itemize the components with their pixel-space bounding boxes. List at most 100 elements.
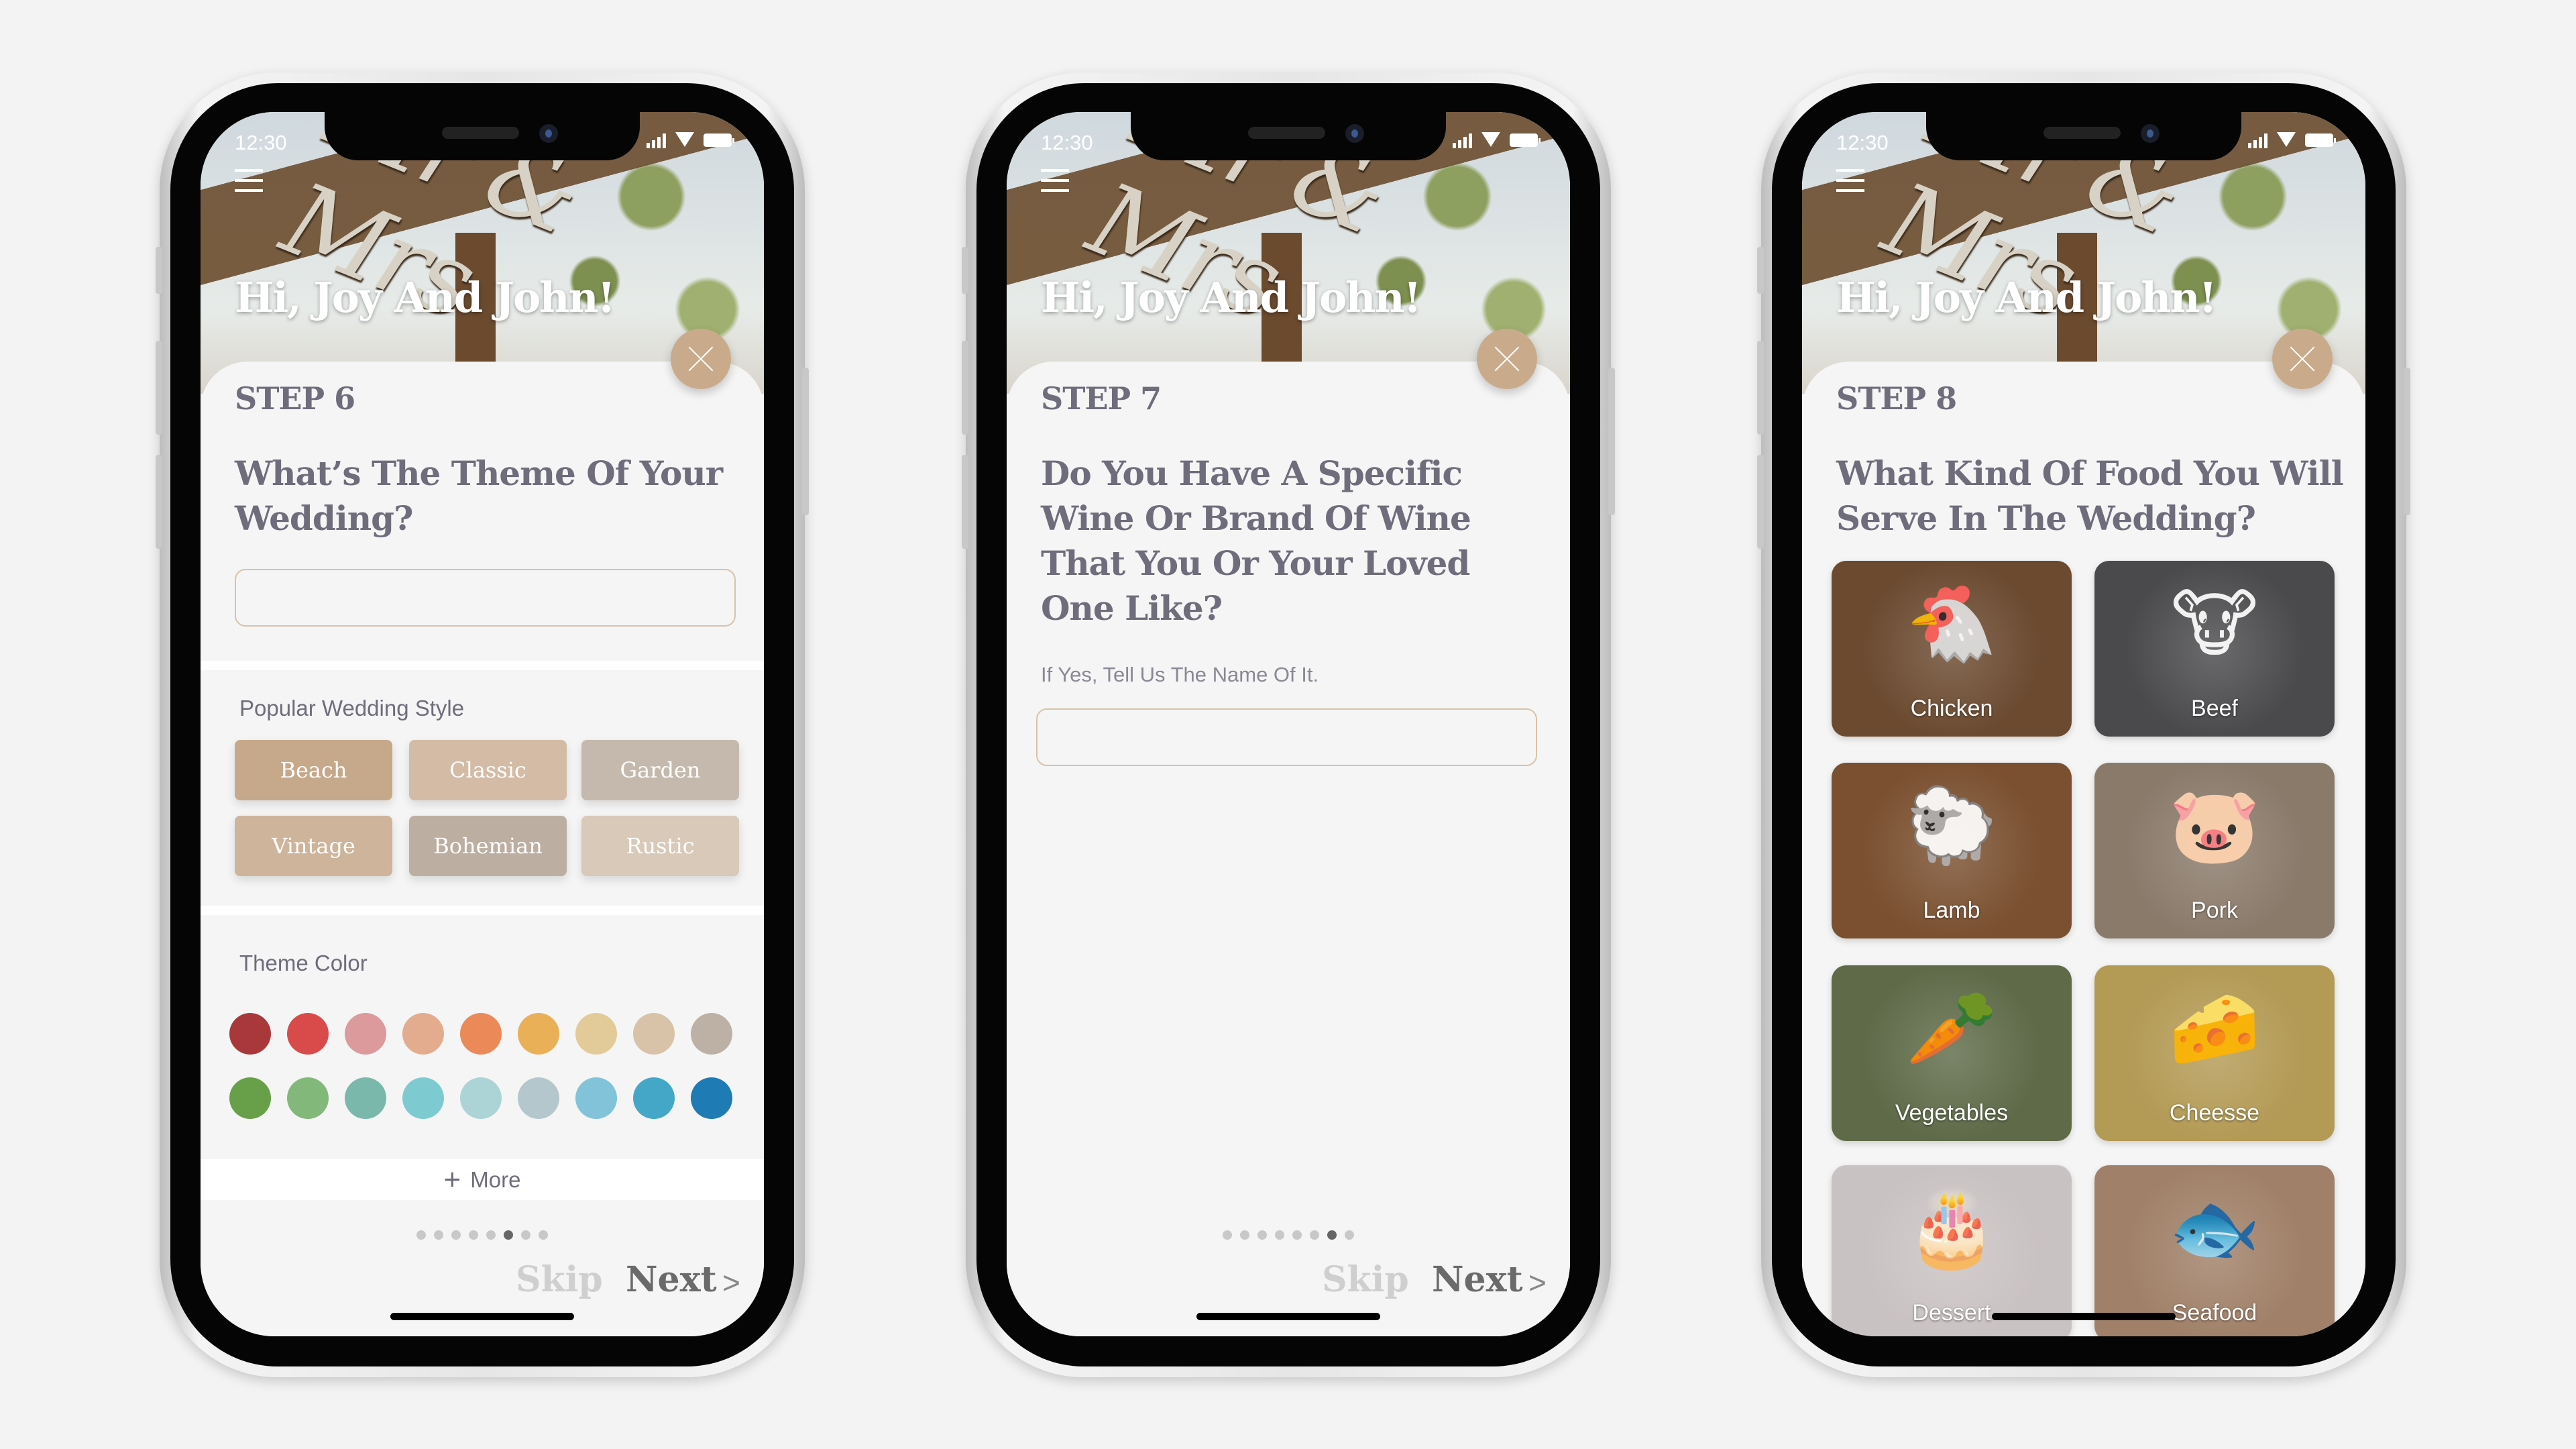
pig-icon: 🐷	[2168, 782, 2261, 869]
pagination-dot	[451, 1230, 461, 1240]
greeting-title: Hi, Joy And John!	[235, 273, 616, 322]
phone-step-8: Mr & Mrs 12:30 Hi, Joy And John! STEP 8 …	[1757, 72, 2410, 1377]
color-swatch[interactable]	[691, 1077, 732, 1119]
color-swatch[interactable]	[287, 1013, 329, 1055]
camera	[539, 124, 558, 143]
step-label: STEP 8	[1836, 380, 1957, 417]
color-swatch[interactable]	[402, 1013, 444, 1055]
food-option-cheesse[interactable]: 🧀 Cheesse	[2094, 965, 2335, 1141]
color-swatch[interactable]	[691, 1013, 732, 1055]
notch	[325, 112, 640, 160]
color-swatch[interactable]	[575, 1013, 617, 1055]
color-swatch[interactable]	[460, 1077, 502, 1119]
color-swatch[interactable]	[402, 1077, 444, 1119]
power-button	[802, 368, 809, 515]
food-option-vegetables[interactable]: 🥕 Vegetables	[1832, 965, 2072, 1141]
color-swatch[interactable]	[633, 1013, 675, 1055]
pagination-dot	[1257, 1230, 1267, 1240]
color-swatch[interactable]	[518, 1013, 559, 1055]
color-swatch[interactable]	[287, 1077, 329, 1119]
home-indicator	[390, 1313, 574, 1320]
food-option-pork[interactable]: 🐷 Pork	[2094, 763, 2335, 938]
mute-switch	[1757, 247, 1764, 294]
pagination-dot	[1292, 1230, 1302, 1240]
phone-step-6: Mr & Mrs 12:30 Hi, Joy And John! STEP 6 …	[156, 72, 809, 1377]
theme-color-label: Theme Color	[239, 951, 368, 975]
wine-name-input[interactable]	[1036, 708, 1537, 766]
color-swatch[interactable]	[229, 1013, 271, 1055]
pagination-dot-active	[504, 1230, 513, 1240]
food-option-lamb[interactable]: 🐑 Lamb	[1832, 763, 2072, 938]
wifi-icon	[2277, 132, 2296, 148]
next-button[interactable]: Next	[1432, 1259, 1523, 1300]
pagination-dot	[1223, 1230, 1232, 1240]
chevron-right-icon[interactable]: >	[722, 1265, 740, 1301]
food-option-chicken[interactable]: 🐔 Chicken	[1832, 561, 2072, 737]
carrot-icon: 🥕	[1905, 985, 1998, 1071]
menu-icon[interactable]	[1041, 169, 1069, 192]
close-button[interactable]	[1477, 329, 1537, 389]
pagination-dot	[539, 1230, 548, 1240]
status-time: 12:30	[235, 131, 287, 154]
battery-icon	[2305, 133, 2336, 147]
food-option-label: Cheesse	[2169, 1100, 2260, 1126]
sheep-icon: 🐑	[1905, 782, 1998, 869]
color-swatch[interactable]	[229, 1077, 271, 1119]
power-button	[2404, 368, 2410, 515]
pagination-dot	[1275, 1230, 1284, 1240]
volume-up-button	[962, 341, 968, 435]
greeting-title: Hi, Joy And John!	[1041, 273, 1422, 322]
food-option-beef[interactable]: 🐮 Beef	[2094, 561, 2335, 737]
theme-input[interactable]	[235, 569, 736, 627]
food-option-seafood[interactable]: 🐟 Seafood	[2094, 1165, 2335, 1336]
close-button[interactable]	[671, 329, 731, 389]
style-chip-vintage[interactable]: Vintage	[235, 816, 392, 876]
question-text: Do You Have A Specific Wine Or Brand Of …	[1041, 453, 1471, 628]
style-chip-rustic[interactable]: Rustic	[581, 816, 739, 876]
menu-icon[interactable]	[1836, 169, 1864, 192]
question-text: What Kind Of Food You Will Serve In The …	[1836, 453, 2344, 538]
food-option-dessert[interactable]: 🎂 Dessert	[1832, 1165, 2072, 1336]
step-label: STEP 7	[1041, 380, 1162, 417]
speaker	[2043, 127, 2121, 139]
pagination-dot	[1345, 1230, 1354, 1240]
pagination-dot	[434, 1230, 443, 1240]
style-chip-garden[interactable]: Garden	[581, 740, 739, 800]
color-swatch[interactable]	[633, 1077, 675, 1119]
style-chip-beach[interactable]: Beach	[235, 740, 392, 800]
color-swatch[interactable]	[575, 1077, 617, 1119]
fish-icon: 🐟	[2168, 1185, 2261, 1271]
style-chip-classic[interactable]: Classic	[409, 740, 567, 800]
food-option-label: Lamb	[1923, 898, 1980, 923]
plus-icon: +	[443, 1163, 461, 1196]
screen: Mr & Mrs 12:30 Hi, Joy And John! STEP 7 …	[1007, 112, 1570, 1336]
menu-icon[interactable]	[235, 169, 263, 192]
color-swatch[interactable]	[460, 1013, 502, 1055]
pagination-dot-active	[1327, 1230, 1337, 1240]
cake-icon: 🎂	[1905, 1185, 1998, 1271]
status-time: 12:30	[1836, 131, 1889, 154]
cellular-signal-icon	[1453, 132, 1472, 148]
next-button[interactable]: Next	[626, 1259, 717, 1300]
close-button[interactable]	[2272, 329, 2333, 389]
style-chip-bohemian[interactable]: Bohemian	[409, 816, 567, 876]
wifi-icon	[675, 132, 694, 148]
speaker	[442, 127, 519, 139]
screen: Mr & Mrs 12:30 Hi, Joy And John! STEP 8 …	[1802, 112, 2365, 1336]
color-swatch[interactable]	[345, 1077, 386, 1119]
food-option-label: Beef	[2191, 696, 2238, 721]
skip-button[interactable]: Skip	[1322, 1259, 1409, 1300]
status-time: 12:30	[1041, 131, 1093, 154]
camera	[2141, 124, 2160, 143]
skip-button[interactable]: Skip	[516, 1259, 603, 1300]
volume-up-button	[1757, 341, 1764, 435]
section-divider	[201, 661, 764, 670]
notch	[1926, 112, 2241, 160]
chevron-right-icon[interactable]: >	[1528, 1265, 1547, 1301]
pagination-dot	[1240, 1230, 1249, 1240]
more-colors-button[interactable]: + More	[201, 1159, 764, 1200]
more-label: More	[470, 1167, 521, 1192]
phone-step-7: Mr & Mrs 12:30 Hi, Joy And John! STEP 7 …	[962, 72, 1615, 1377]
color-swatch[interactable]	[345, 1013, 386, 1055]
color-swatch[interactable]	[518, 1077, 559, 1119]
